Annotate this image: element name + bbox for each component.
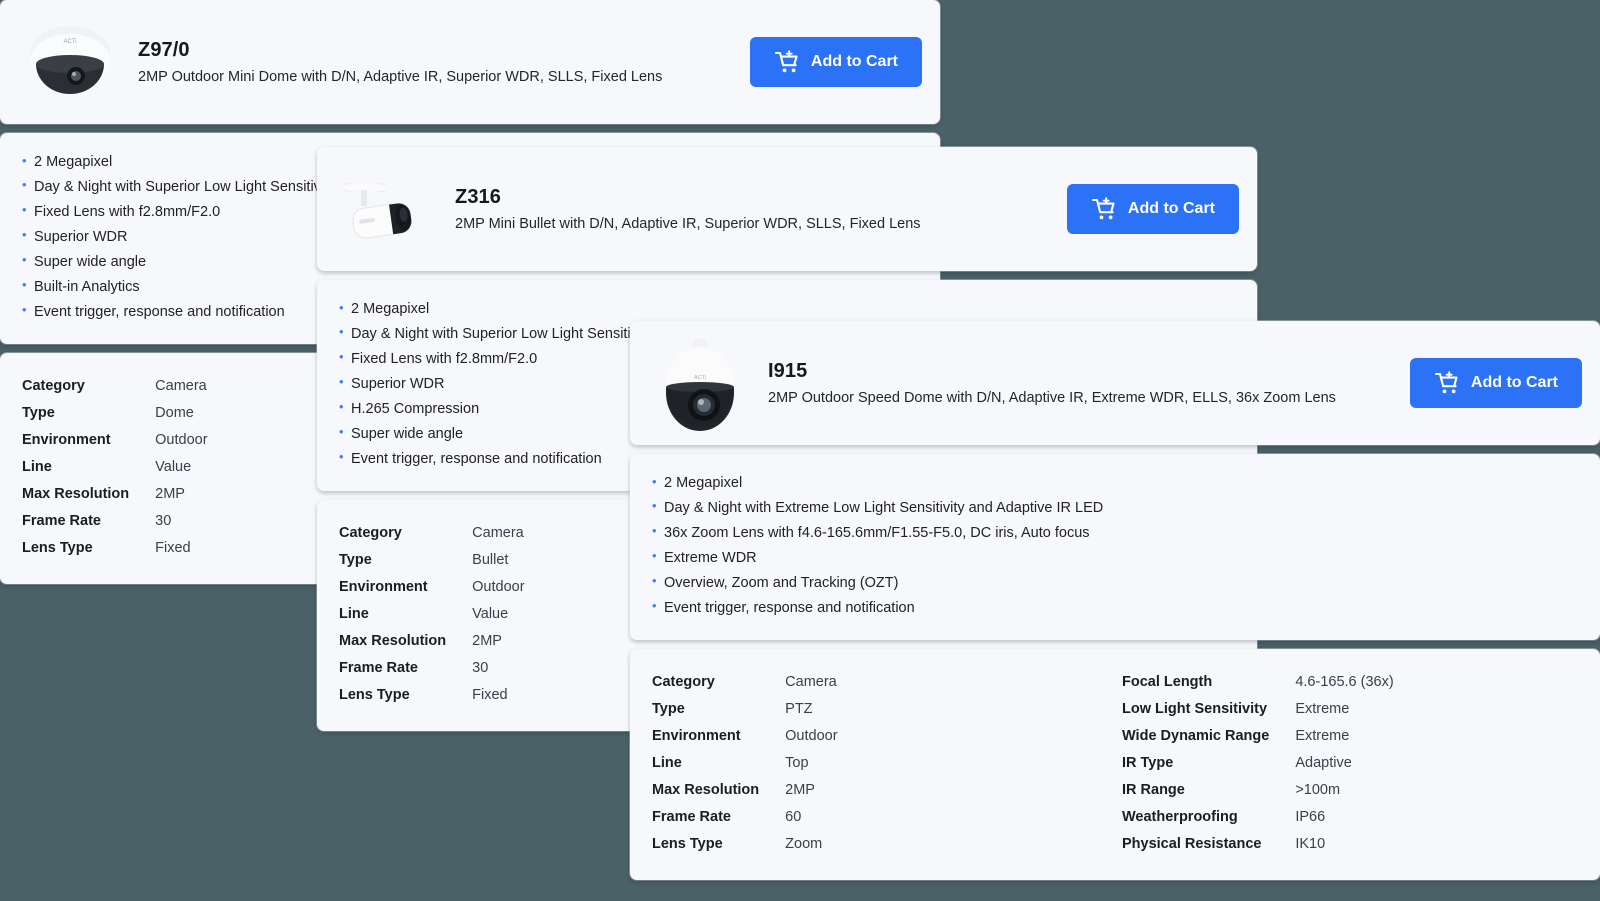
spec-value: Camera <box>155 377 207 394</box>
list-item: 2 Megapixel <box>652 471 1578 496</box>
list-item: Overview, Zoom and Tracking (OZT) <box>652 570 1578 596</box>
spec-key: Low Light Sensitivity <box>1122 700 1268 717</box>
spec-key: Max Resolution <box>652 781 760 798</box>
spec-column-right: Focal Length 4.6-165.6 (36x) Low Light S… <box>1122 669 1394 858</box>
add-to-cart-label: Add to Cart <box>1470 374 1558 391</box>
spec-value: 2MP <box>785 781 815 798</box>
spec-key: Lens Type <box>22 539 93 556</box>
spec-value: PTZ <box>785 700 813 717</box>
ptz-speed-dome-icon: ACTi <box>648 335 752 431</box>
spec-value: 2MP <box>472 632 502 649</box>
spec-value: Fixed <box>472 686 508 703</box>
product-name: Z316 <box>455 185 501 208</box>
product-description: 2MP Outdoor Mini Dome with D/N, Adaptive… <box>138 68 663 85</box>
spec-key: Environment <box>339 578 428 595</box>
spec-key: Type <box>652 700 685 717</box>
spec-key: Type <box>339 551 372 568</box>
svg-text:ACTi: ACTi <box>63 39 76 45</box>
add-to-cart-button[interactable]: Add to Cart <box>1409 358 1582 408</box>
product-header: ACTi I915 2MP Outdoor Speed Dome with D/… <box>630 321 1600 445</box>
spec-column-left: Category Camera Type Bullet Environment … <box>339 520 629 709</box>
product-description: 2MP Mini Bullet with D/N, Adaptive IR, S… <box>455 215 921 232</box>
svg-text:ACTi: ACTi <box>694 375 706 381</box>
spec-key: Frame Rate <box>339 659 418 676</box>
add-to-cart-label: Add to Cart <box>810 53 898 70</box>
product-header: Z316 2MP Mini Bullet with D/N, Adaptive … <box>317 147 1257 271</box>
list-item: 2 Megapixel <box>339 297 1235 322</box>
spec-key: Environment <box>22 431 111 448</box>
spec-key: Lens Type <box>339 686 410 703</box>
spec-value: Dome <box>155 404 194 421</box>
product-card-i915: ACTi I915 2MP Outdoor Speed Dome with D/… <box>630 321 1600 880</box>
spec-value: Outdoor <box>155 431 208 448</box>
product-description: 2MP Outdoor Speed Dome with D/N, Adaptiv… <box>768 389 1336 406</box>
spec-key: Max Resolution <box>339 632 447 649</box>
spec-value: Extreme <box>1295 727 1350 744</box>
spec-key: Wide Dynamic Range <box>1122 727 1270 744</box>
spec-key: IR Range <box>1122 781 1185 798</box>
product-name: I915 <box>768 359 808 382</box>
spec-value: IK10 <box>1295 835 1326 852</box>
product-specs: Category Camera Type PTZ Environment Out… <box>630 648 1600 880</box>
product-features: 2 Megapixel Day & Night with Extreme Low… <box>630 454 1600 640</box>
spec-value: Top <box>785 754 809 771</box>
product-header: ACTi Z97/0 2MP Outdoor Mini Dome with D/… <box>0 0 940 124</box>
spec-value: 30 <box>155 512 172 529</box>
spec-key: Type <box>22 404 55 421</box>
product-name: Z97/0 <box>138 38 190 61</box>
spec-key: Frame Rate <box>22 512 101 529</box>
bullet-camera-icon <box>335 161 439 257</box>
spec-value: Bullet <box>472 551 509 568</box>
product-title-block: Z316 2MP Mini Bullet with D/N, Adaptive … <box>455 185 1049 234</box>
add-to-cart-label: Add to Cart <box>1127 200 1215 217</box>
feature-list: 2 Megapixel Day & Night with Extreme Low… <box>652 471 1578 621</box>
spec-key: Category <box>339 524 402 541</box>
spec-value: Outdoor <box>472 578 525 595</box>
spec-value: Value <box>472 605 509 622</box>
spec-key: Weatherproofing <box>1122 808 1238 825</box>
list-item: Extreme WDR <box>652 545 1578 571</box>
dome-camera-icon: ACTi <box>18 14 122 110</box>
spec-key: Lens Type <box>652 835 723 852</box>
list-item: 36x Zoom Lens with f4.6-165.6mm/F1.55-F5… <box>652 520 1578 546</box>
product-title-block: Z97/0 2MP Outdoor Mini Dome with D/N, Ad… <box>138 38 732 87</box>
spec-key: Category <box>652 673 715 690</box>
spec-key: Max Resolution <box>22 485 130 502</box>
spec-key: Physical Resistance <box>1122 835 1262 852</box>
spec-key: Line <box>22 458 52 475</box>
list-item: Event trigger, response and notification <box>652 595 1578 621</box>
add-to-cart-button[interactable]: Add to Cart <box>749 37 922 87</box>
spec-value: 30 <box>472 659 489 676</box>
spec-key: Focal Length <box>1122 673 1213 690</box>
spec-value: 4.6-165.6 (36x) <box>1295 673 1394 690</box>
spec-value: Value <box>155 458 192 475</box>
add-to-cart-button[interactable]: Add to Cart <box>1066 184 1239 234</box>
spec-value: IP66 <box>1295 808 1326 825</box>
spec-key: Category <box>22 377 85 394</box>
spec-value: Outdoor <box>785 727 838 744</box>
spec-value: Extreme <box>1295 700 1350 717</box>
spec-column-left: Category Camera Type Dome Environment Ou… <box>22 373 312 562</box>
spec-value: Zoom <box>785 835 823 852</box>
list-item: Day & Night with Extreme Low Light Sensi… <box>652 495 1578 521</box>
cart-plus-icon <box>1091 197 1117 221</box>
spec-value: Camera <box>472 524 524 541</box>
spec-value: Fixed <box>155 539 191 556</box>
cart-plus-icon <box>1434 371 1460 395</box>
spec-value: 2MP <box>155 485 185 502</box>
cart-plus-icon <box>774 50 800 74</box>
spec-value: 60 <box>785 808 802 825</box>
spec-value: Adaptive <box>1295 754 1352 771</box>
spec-key: Environment <box>652 727 741 744</box>
spec-value: Camera <box>785 673 837 690</box>
spec-key: IR Type <box>1122 754 1174 771</box>
spec-key: Line <box>339 605 369 622</box>
spec-column-left: Category Camera Type PTZ Environment Out… <box>652 669 1122 858</box>
spec-value: >100m <box>1295 781 1341 798</box>
spec-key: Line <box>652 754 682 771</box>
spec-key: Frame Rate <box>652 808 731 825</box>
product-title-block: I915 2MP Outdoor Speed Dome with D/N, Ad… <box>768 359 1392 408</box>
